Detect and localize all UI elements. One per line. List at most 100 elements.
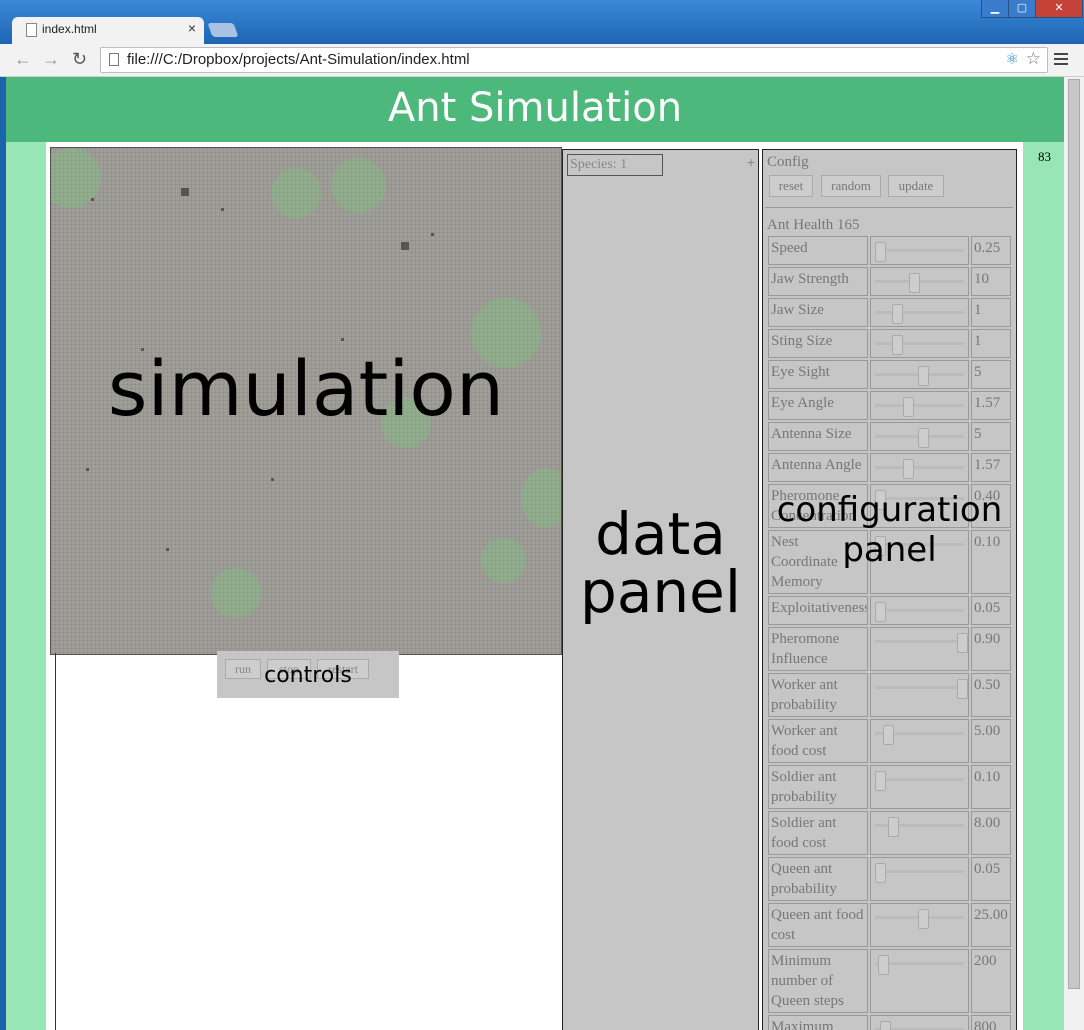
minimize-icon[interactable]: ▁: [981, 0, 1009, 18]
configuration-panel: Config reset random update Ant Health 16…: [762, 149, 1017, 1030]
back-icon[interactable]: ←: [14, 49, 32, 70]
slider-thumb[interactable]: [957, 679, 969, 699]
config-param-slider[interactable]: [870, 453, 969, 482]
slider-thumb[interactable]: [891, 304, 903, 324]
slider-track[interactable]: [875, 466, 964, 469]
config-param-slider[interactable]: [870, 422, 969, 451]
slider-thumb[interactable]: [909, 273, 921, 293]
extension-icon[interactable]: ⚛: [1006, 50, 1019, 68]
slider-thumb[interactable]: [888, 817, 900, 837]
slider-thumb[interactable]: [957, 633, 969, 653]
config-param-value[interactable]: 8.00: [971, 811, 1011, 855]
config-param-name: Sting Size: [768, 329, 868, 358]
bookmark-star-icon[interactable]: ☆: [1026, 49, 1041, 69]
config-param-row: Antenna Size 5: [768, 422, 1011, 453]
config-param-slider[interactable]: [870, 360, 969, 389]
config-param-value[interactable]: 0.25: [971, 236, 1011, 265]
config-param-slider[interactable]: [870, 903, 969, 947]
slider-thumb[interactable]: [903, 459, 915, 479]
config-param-name: Soldier ant probability: [768, 765, 868, 809]
config-param-slider[interactable]: [870, 627, 969, 671]
config-param-value[interactable]: 10: [971, 267, 1011, 296]
config-param-slider[interactable]: [870, 329, 969, 358]
config-param-slider[interactable]: [870, 949, 969, 1013]
slider-thumb[interactable]: [878, 955, 890, 975]
slider-thumb[interactable]: [874, 771, 886, 791]
species-tab[interactable]: Species: 1: [567, 154, 663, 176]
reload-icon[interactable]: ↻: [72, 49, 87, 70]
maximize-icon[interactable]: ▢: [1008, 0, 1036, 18]
new-tab-button[interactable]: [207, 23, 239, 37]
slider-track[interactable]: [875, 870, 964, 873]
config-param-value[interactable]: 0.05: [971, 596, 1011, 625]
config-param-value[interactable]: 1.57: [971, 453, 1011, 482]
config-param-slider[interactable]: [870, 298, 969, 327]
simulation-canvas[interactable]: simulation: [50, 147, 562, 655]
slider-track[interactable]: [875, 686, 964, 689]
config-param-slider[interactable]: [870, 857, 969, 901]
config-param-value[interactable]: 0.05: [971, 857, 1011, 901]
forward-icon[interactable]: →: [42, 49, 60, 70]
slider-track[interactable]: [875, 342, 964, 345]
close-tab-icon[interactable]: ×: [188, 20, 196, 36]
slider-thumb[interactable]: [891, 335, 903, 355]
slider-track[interactable]: [875, 249, 964, 252]
update-button[interactable]: update: [888, 175, 944, 197]
slider-thumb[interactable]: [903, 397, 915, 417]
slider-thumb[interactable]: [917, 428, 929, 448]
slider-track[interactable]: [875, 640, 964, 643]
config-panel-label: configuration panel: [763, 490, 1016, 570]
config-param-name: Worker ant probability: [768, 673, 868, 717]
add-species-icon[interactable]: +: [747, 154, 755, 170]
reset-button[interactable]: reset: [769, 175, 813, 197]
config-param-value[interactable]: 5: [971, 360, 1011, 389]
config-param-slider[interactable]: [870, 236, 969, 265]
slider-thumb[interactable]: [883, 725, 895, 745]
config-param-slider[interactable]: [870, 1015, 969, 1030]
slider-track[interactable]: [875, 609, 964, 612]
config-param-value[interactable]: 0.10: [971, 765, 1011, 809]
config-param-value[interactable]: 5.00: [971, 719, 1011, 763]
config-param-value[interactable]: 0.90: [971, 627, 1011, 671]
config-param-name: Eye Sight: [768, 360, 868, 389]
config-param-row: Pheromone Influence 0.90: [768, 627, 1011, 673]
menu-icon[interactable]: [1054, 53, 1068, 68]
config-param-value[interactable]: 800: [971, 1015, 1011, 1030]
slider-thumb[interactable]: [917, 909, 929, 929]
config-divider: [765, 207, 1013, 208]
config-param-slider[interactable]: [870, 765, 969, 809]
url-text: file:///C:/Dropbox/projects/Ant-Simulati…: [127, 51, 470, 68]
config-param-name: Jaw Strength: [768, 267, 868, 296]
config-param-value[interactable]: 0.50: [971, 673, 1011, 717]
config-param-slider[interactable]: [870, 267, 969, 296]
close-window-icon[interactable]: ✕: [1035, 0, 1083, 18]
scrollbar-thumb[interactable]: [1068, 79, 1080, 989]
config-param-name: Minimum number of Queen steps: [768, 949, 868, 1013]
config-param-row: Minimum number of Queen steps 200: [768, 949, 1011, 1015]
config-param-value[interactable]: 25.00: [971, 903, 1011, 947]
slider-track[interactable]: [875, 311, 964, 314]
config-param-slider[interactable]: [870, 719, 969, 763]
config-param-slider[interactable]: [870, 673, 969, 717]
config-param-row: Eye Angle 1.57: [768, 391, 1011, 422]
config-param-slider[interactable]: [870, 811, 969, 855]
slider-thumb[interactable]: [874, 863, 886, 883]
config-param-slider[interactable]: [870, 596, 969, 625]
slider-thumb[interactable]: [879, 1021, 891, 1030]
config-param-value[interactable]: 1.57: [971, 391, 1011, 420]
slider-thumb[interactable]: [874, 602, 886, 622]
config-param-value[interactable]: 1: [971, 329, 1011, 358]
config-param-value[interactable]: 200: [971, 949, 1011, 1013]
address-bar[interactable]: file:///C:/Dropbox/projects/Ant-Simulati…: [100, 47, 1048, 73]
random-button[interactable]: random: [821, 175, 881, 197]
slider-thumb[interactable]: [874, 242, 886, 262]
page-scrollbar[interactable]: [1064, 77, 1084, 1030]
config-param-value[interactable]: 1: [971, 298, 1011, 327]
config-param-slider[interactable]: [870, 391, 969, 420]
browser-tab[interactable]: index.html ×: [12, 17, 204, 44]
data-panel-label: data panel: [563, 505, 758, 621]
slider-thumb[interactable]: [917, 366, 929, 386]
slider-track[interactable]: [875, 778, 964, 781]
config-param-value[interactable]: 5: [971, 422, 1011, 451]
slider-track[interactable]: [875, 404, 964, 407]
